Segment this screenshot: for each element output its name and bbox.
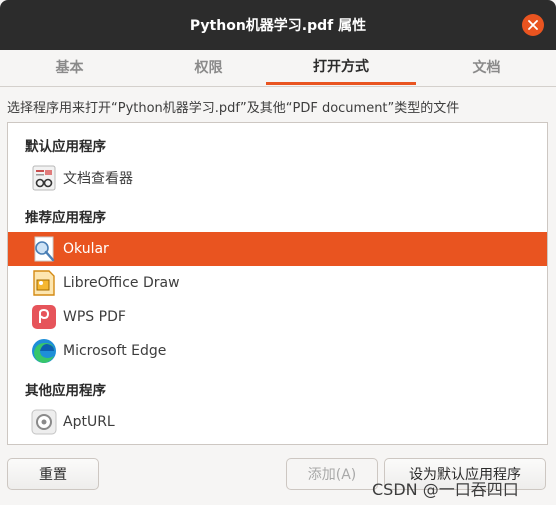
tab-bar: 基本 权限 打开方式 文档 <box>0 50 556 87</box>
okular-icon <box>34 236 55 262</box>
window-title: Python机器学习.pdf 属性 <box>189 18 367 34</box>
wps-pdf-icon <box>32 305 56 329</box>
app-label: WPS PDF <box>63 309 126 325</box>
app-label: Microsoft Edge <box>63 343 167 359</box>
app-label: Okular <box>63 241 109 257</box>
csdn-watermark: CSDN @一口吞四口 <box>372 480 519 499</box>
close-icon <box>528 20 538 30</box>
section-other-apps: 其他应用程序 <box>25 383 106 399</box>
tab-basic[interactable]: 基本 <box>0 50 139 84</box>
tab-open-with[interactable]: 打开方式 <box>266 50 416 85</box>
section-recommended-apps: 推荐应用程序 <box>25 210 106 226</box>
app-row-wps-pdf[interactable]: WPS PDF <box>8 300 547 334</box>
app-row-okular[interactable]: Okular <box>8 232 547 266</box>
application-list[interactable]: 默认应用程序 文档查看器 推荐应用程序 Okular LibreOffice D… <box>7 122 548 445</box>
app-row-document-viewer[interactable]: 文档查看器 <box>8 161 547 195</box>
app-label: AptURL <box>63 414 115 430</box>
section-default-apps: 默认应用程序 <box>25 139 106 155</box>
microsoft-edge-icon <box>32 339 56 363</box>
app-label: 文档查看器 <box>63 171 133 187</box>
tab-permissions[interactable]: 权限 <box>139 50 278 84</box>
app-row-microsoft-edge[interactable]: Microsoft Edge <box>8 334 547 368</box>
open-with-description: 选择程序用来打开“Python机器学习.pdf”及其他“PDF document… <box>7 101 460 116</box>
apturl-icon <box>31 409 57 435</box>
app-row-apturl[interactable]: AptURL <box>8 405 547 439</box>
app-row-libreoffice-draw[interactable]: LibreOffice Draw <box>8 266 547 300</box>
add-button[interactable]: 添加(A) <box>286 458 378 490</box>
document-viewer-icon <box>32 165 56 191</box>
reset-button[interactable]: 重置 <box>7 458 99 490</box>
title-bar: Python机器学习.pdf 属性 <box>0 0 556 50</box>
app-label: LibreOffice Draw <box>63 275 180 291</box>
tab-document[interactable]: 文档 <box>417 50 556 84</box>
libreoffice-draw-icon <box>33 270 55 296</box>
close-button[interactable] <box>522 14 544 36</box>
